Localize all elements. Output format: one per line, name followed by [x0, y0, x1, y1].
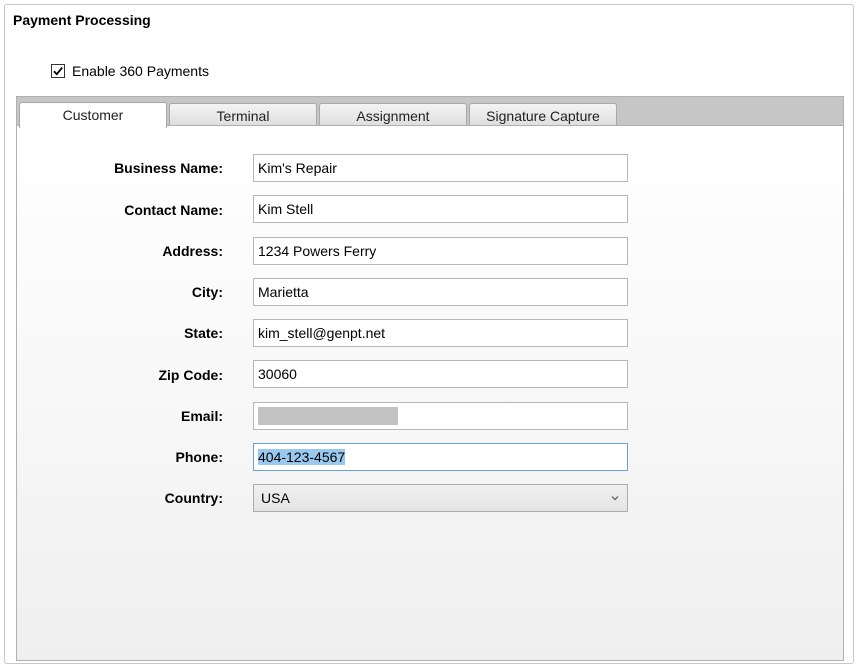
phone-label: Phone:	[175, 449, 223, 465]
enable-360-payments-checkbox[interactable]: Enable 360 Payments	[51, 61, 209, 81]
customer-tab-content: Business Name: Kim's Repair Contact Name…	[16, 125, 844, 661]
tab-strip: Customer Terminal Assignment Signature C…	[16, 96, 844, 128]
contact-name-label: Contact Name:	[124, 202, 223, 218]
city-label: City:	[191, 284, 223, 300]
state-label: State:	[184, 325, 223, 341]
email-field[interactable]	[253, 402, 628, 430]
country-selected-value: USA	[261, 490, 290, 506]
payment-processing-panel: Payment Processing Enable 360 Payments C…	[4, 4, 854, 664]
tab-signature-capture[interactable]: Signature Capture	[469, 103, 617, 127]
address-field[interactable]: 1234 Powers Ferry	[253, 237, 628, 265]
tab-assignment[interactable]: Assignment	[319, 103, 467, 127]
business-name-field[interactable]: Kim's Repair	[253, 154, 628, 182]
tab-terminal[interactable]: Terminal	[169, 103, 317, 127]
redacted-email-block	[258, 407, 398, 425]
phone-selected-text: 404-123-4567	[258, 449, 346, 465]
panel-title: Payment Processing	[13, 12, 151, 28]
phone-field[interactable]: 404-123-4567	[253, 443, 628, 471]
zip-code-field[interactable]: 30060	[253, 360, 628, 388]
business-name-label: Business Name:	[114, 160, 223, 176]
address-label: Address:	[162, 243, 223, 259]
enable-360-payments-label: Enable 360 Payments	[72, 63, 209, 79]
tab-customer[interactable]: Customer	[19, 102, 167, 128]
zip-code-label: Zip Code:	[158, 367, 223, 383]
country-select[interactable]: USA	[253, 484, 628, 512]
checkbox-checked-icon[interactable]	[51, 64, 65, 78]
contact-name-field[interactable]: Kim Stell	[253, 195, 628, 223]
city-field[interactable]: Marietta	[253, 278, 628, 306]
state-field[interactable]: kim_stell@genpt.net	[253, 319, 628, 347]
country-label: Country:	[164, 490, 223, 506]
email-label: Email:	[180, 408, 223, 424]
chevron-down-icon[interactable]	[611, 490, 619, 508]
